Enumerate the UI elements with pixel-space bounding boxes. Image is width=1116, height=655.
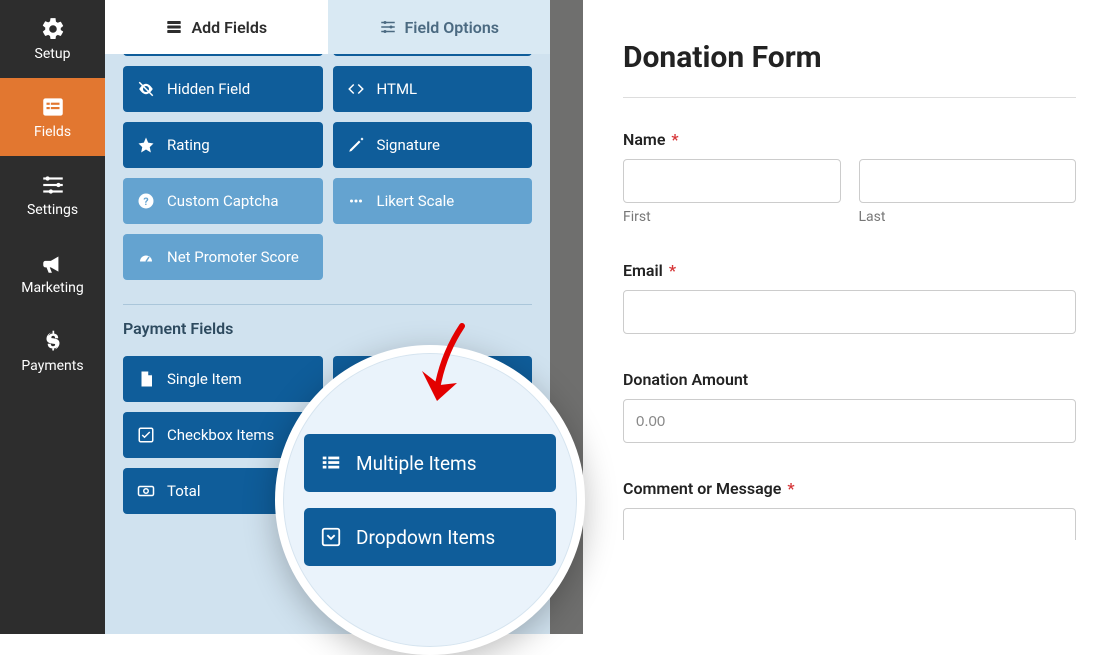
field-label: Likert Scale xyxy=(377,192,455,210)
field-label: Net Promoter Score xyxy=(167,248,299,266)
email-input[interactable] xyxy=(623,290,1076,334)
likert-icon xyxy=(347,192,365,210)
email-label: Email * xyxy=(623,261,1076,280)
eye-slash-icon xyxy=(137,80,155,98)
star-icon xyxy=(137,136,155,154)
required-asterisk: * xyxy=(669,261,676,280)
dropdown-icon xyxy=(320,526,342,548)
field-label: Total xyxy=(167,482,201,500)
pencil-icon xyxy=(347,136,365,154)
field-html[interactable]: HTML xyxy=(333,66,533,112)
help-icon: ? xyxy=(137,192,155,210)
last-name-input[interactable] xyxy=(859,159,1077,203)
nav-setup[interactable]: Setup xyxy=(0,0,105,78)
nav-marketing-label: Marketing xyxy=(21,280,84,296)
field-page-break[interactable]: Page Break xyxy=(123,54,323,56)
form-icon xyxy=(40,94,66,120)
sidebar-nav: Setup Fields Settings Marketing $ Paymen… xyxy=(0,0,105,634)
nav-marketing[interactable]: Marketing xyxy=(0,234,105,312)
required-asterisk: * xyxy=(787,479,794,498)
add-fields-icon xyxy=(165,18,183,36)
field-label: Custom Captcha xyxy=(167,192,279,210)
field-wrapper-comment[interactable]: Comment or Message * xyxy=(623,479,1076,540)
last-sub-label: Last xyxy=(859,209,1077,225)
field-wrapper-donation[interactable]: Donation Amount xyxy=(623,370,1076,443)
comment-textarea[interactable] xyxy=(623,508,1076,540)
dollar-icon: $ xyxy=(40,328,66,354)
field-options-icon xyxy=(379,18,397,36)
field-label: Single Item xyxy=(167,370,242,388)
sliders-icon xyxy=(40,172,66,198)
form-preview: Donation Form Name * First Last Email * … xyxy=(583,0,1116,634)
name-label: Name * xyxy=(623,130,1076,149)
field-label: Checkbox Items xyxy=(167,426,274,444)
panel-tabs: Add Fields Field Options xyxy=(105,0,550,54)
title-divider xyxy=(623,97,1076,98)
list-icon xyxy=(320,452,342,474)
magnifier-highlight: Multiple Items Dropdown Items xyxy=(275,345,585,655)
nav-fields[interactable]: Fields xyxy=(0,78,105,156)
field-hidden-field[interactable]: Hidden Field xyxy=(123,66,323,112)
comment-label: Comment or Message * xyxy=(623,479,1076,498)
tab-add-fields-label: Add Fields xyxy=(191,18,267,37)
gauge-icon xyxy=(137,248,155,266)
first-name-input[interactable] xyxy=(623,159,841,203)
tab-field-options[interactable]: Field Options xyxy=(328,0,551,54)
field-custom-captcha[interactable]: ? Custom Captcha xyxy=(123,178,323,224)
mag-label: Dropdown Items xyxy=(356,526,495,549)
gear-icon xyxy=(40,16,66,42)
field-label: Signature xyxy=(377,136,441,154)
field-rating[interactable]: Rating xyxy=(123,122,323,168)
nav-settings-label: Settings xyxy=(27,202,78,218)
field-label: Hidden Field xyxy=(167,80,250,98)
first-sub-label: First xyxy=(623,209,841,225)
tab-add-fields[interactable]: Add Fields xyxy=(105,0,328,54)
svg-text:$: $ xyxy=(46,330,58,354)
checkbox-icon xyxy=(137,426,155,444)
svg-text:?: ? xyxy=(143,195,148,208)
required-asterisk: * xyxy=(671,130,678,149)
nav-fields-label: Fields xyxy=(34,124,71,140)
nav-payments[interactable]: $ Payments xyxy=(0,312,105,390)
mag-label: Multiple Items xyxy=(356,452,477,475)
bullhorn-icon xyxy=(40,250,66,276)
field-wrapper-name[interactable]: Name * First Last xyxy=(623,130,1076,225)
code-icon xyxy=(347,80,365,98)
field-likert-scale[interactable]: Likert Scale xyxy=(333,178,533,224)
magnified-dropdown-items[interactable]: Dropdown Items xyxy=(304,508,556,566)
field-nps[interactable]: Net Promoter Score xyxy=(123,234,323,280)
field-section-divider[interactable]: Section Divider xyxy=(333,54,533,56)
tab-field-options-label: Field Options xyxy=(405,18,499,37)
field-signature[interactable]: Signature xyxy=(333,122,533,168)
form-title: Donation Form xyxy=(623,40,1076,75)
money-icon xyxy=(137,482,155,500)
field-wrapper-email[interactable]: Email * xyxy=(623,261,1076,334)
fancy-fields-grid: Page Break Section Divider Hidden Field … xyxy=(123,56,532,280)
section-divider-line xyxy=(123,304,532,305)
nav-payments-label: Payments xyxy=(21,358,83,374)
field-label: HTML xyxy=(377,80,418,98)
file-icon xyxy=(137,370,155,388)
donation-input[interactable] xyxy=(623,399,1076,443)
field-label: Rating xyxy=(167,136,210,154)
magnified-multiple-items[interactable]: Multiple Items xyxy=(304,434,556,492)
nav-settings[interactable]: Settings xyxy=(0,156,105,234)
donation-label: Donation Amount xyxy=(623,370,1076,389)
payment-fields-title: Payment Fields xyxy=(123,319,532,338)
nav-setup-label: Setup xyxy=(35,46,71,62)
